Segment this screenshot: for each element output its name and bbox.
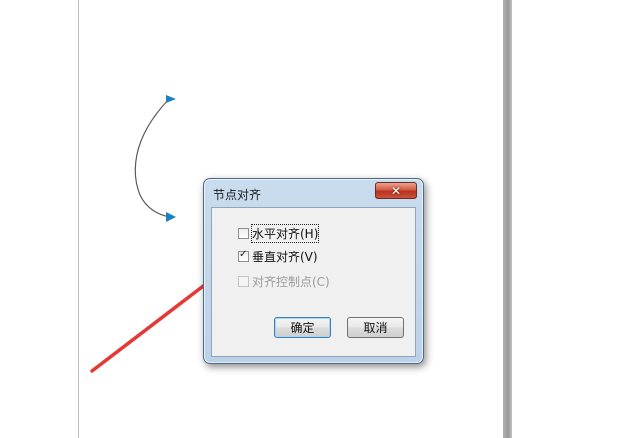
align-control-points-label: 对齐控制点(C) [252, 274, 330, 289]
option-horizontal-align[interactable]: 水平对齐(H) [238, 223, 320, 243]
start-node-marker-icon[interactable] [166, 95, 176, 103]
option-align-control-points[interactable]: 对齐控制点(C) [238, 273, 330, 289]
dialog-title: 节点对齐 [213, 188, 262, 202]
vertical-align-label: 垂直对齐(V) [252, 249, 318, 264]
end-node-marker-icon[interactable] [166, 212, 176, 222]
close-button[interactable]: ✕ [375, 182, 417, 199]
close-icon: ✕ [390, 183, 402, 198]
horizontal-align-label: 水平对齐(H) [250, 223, 320, 243]
horizontal-align-checkbox[interactable] [238, 227, 249, 239]
bezier-curve[interactable] [134, 98, 171, 218]
ok-button[interactable]: 确定 [274, 317, 331, 338]
dialog-titlebar[interactable]: 节点对齐 ✕ [204, 179, 423, 207]
vertical-align-checkbox[interactable] [238, 249, 249, 262]
dialog-client-area: 水平对齐(H) 垂直对齐(V) 对齐控制点(C) 确定 取消 [211, 207, 416, 357]
node-align-dialog: 节点对齐 ✕ 水平对齐(H) 垂直对齐(V) 对齐控制点(C) 确定 取消 [203, 178, 424, 364]
cancel-button[interactable]: 取消 [347, 317, 404, 338]
option-vertical-align[interactable]: 垂直对齐(V) [238, 248, 318, 264]
align-control-points-checkbox[interactable] [238, 275, 249, 287]
